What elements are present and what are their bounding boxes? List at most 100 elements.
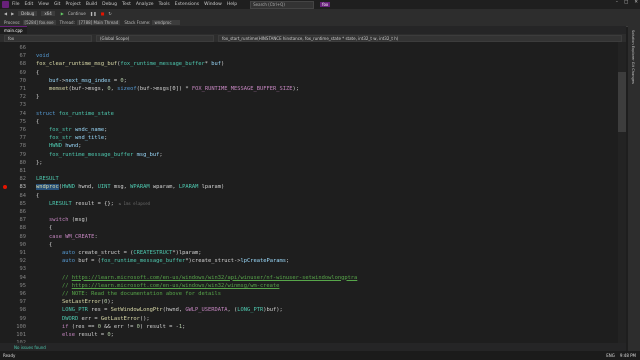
- continue-icon[interactable]: ▶: [61, 11, 64, 16]
- code-line[interactable]: 78 HWND hwnd;: [0, 142, 626, 150]
- code-line[interactable]: 82 LRESULT: [0, 175, 626, 183]
- line-number: 70: [19, 77, 27, 84]
- back-icon[interactable]: ◀: [4, 11, 7, 16]
- code-line[interactable]: 101 else result = 0;: [0, 331, 626, 339]
- code-line[interactable]: 86: [0, 208, 626, 216]
- right-side-panel[interactable]: Solution Explorer Git Changes: [628, 26, 640, 351]
- code-line[interactable]: 77 fox_str wnd_title;: [0, 134, 626, 142]
- code-line[interactable]: 83 wndproc(HWND hwnd, UINT msg, WPARAM wp…: [0, 183, 626, 191]
- scope-dropdown[interactable]: (Global Scope): [96, 34, 214, 42]
- restart-icon[interactable]: ↻: [108, 11, 111, 16]
- code-token: GWLP_USERDATA: [185, 307, 228, 314]
- code-line[interactable]: 76 fox_str wndc_name;: [0, 126, 626, 134]
- stop-icon[interactable]: ■: [101, 11, 105, 16]
- code-token: ;: [285, 258, 290, 265]
- pause-icon[interactable]: ❚❚: [90, 11, 97, 16]
- code-line[interactable]: 74 struct fox_runtime_state: [0, 110, 626, 118]
- minimize-icon[interactable]: –: [616, 0, 618, 5]
- code-line[interactable]: 84 {: [0, 192, 626, 200]
- code-line[interactable]: 67 void: [0, 52, 626, 60]
- code-line[interactable]: 96 // NOTE: Read the documentation above…: [0, 290, 626, 298]
- code-line[interactable]: 81: [0, 167, 626, 175]
- menu-analyze[interactable]: Analyze: [136, 2, 154, 7]
- side-panel-tabs[interactable]: Solution Explorer Git Changes: [631, 30, 635, 84]
- code-line[interactable]: 94 // https://learn.microsoft.com/en-us/…: [0, 274, 626, 282]
- close-icon[interactable]: ✕: [634, 0, 638, 5]
- continue-button[interactable]: Continue: [68, 11, 86, 16]
- code-line[interactable]: 92 auto buf = (fox_runtime_message_buffe…: [0, 257, 626, 265]
- project-dropdown[interactable]: fox: [4, 34, 92, 42]
- menu-file[interactable]: File: [12, 2, 20, 7]
- menu-build[interactable]: Build: [86, 2, 97, 7]
- line-number: 83: [19, 184, 27, 191]
- config-select[interactable]: Debug: [18, 11, 38, 16]
- code-token: fox_clear_runtime_msg_buf: [36, 61, 118, 68]
- code-token: ;: [182, 323, 186, 330]
- code-line[interactable]: 98 LONG_PTR res = SetWindowLongPtr(hwnd,…: [0, 306, 626, 314]
- code-line[interactable]: 91 auto create_struct = (CREATESTRUCT*)l…: [0, 249, 626, 257]
- code-line[interactable]: 68 fox_clear_runtime_msg_buf(fox_runtime_…: [0, 60, 626, 68]
- code-token: https://learn.microsoft.com/en-us/window…: [71, 282, 280, 289]
- code-line[interactable]: 80};: [0, 159, 626, 167]
- member-dropdown[interactable]: fox_start_runtime(HINSTANCE hinstance, f…: [218, 34, 622, 42]
- code-line[interactable]: 87 switch (msg): [0, 216, 626, 224]
- code-line[interactable]: 93: [0, 265, 626, 273]
- scrollbar-minimap[interactable]: [618, 42, 626, 351]
- code-line[interactable]: 72}: [0, 93, 626, 101]
- code-line[interactable]: 85 LRESULT result = {}; ≤ 1ms elapsed: [0, 200, 626, 208]
- line-number: 78: [19, 143, 27, 150]
- line-number: 90: [19, 241, 27, 248]
- code-line[interactable]: 79 fox_runtime_message_buffer msg_buf;: [0, 151, 626, 159]
- code-token: https://learn.microsoft.com/en-us/window…: [71, 274, 358, 281]
- code-token: :: [94, 233, 98, 240]
- process-select[interactable]: [5284] fox.exe: [22, 19, 56, 25]
- stack-frame-select[interactable]: wndproc: [152, 19, 181, 25]
- issues-status[interactable]: No issues found: [14, 345, 46, 350]
- menu-tools[interactable]: Tools: [159, 2, 170, 7]
- code-text: if (res == 0 && err != 0) result = -1;: [36, 323, 185, 331]
- menu-help[interactable]: Help: [227, 2, 237, 7]
- code-line[interactable]: 75 {: [0, 118, 626, 126]
- code-token: *)create_struct->: [185, 258, 241, 265]
- code-line[interactable]: 66: [0, 44, 626, 52]
- breakpoint-icon[interactable]: [3, 185, 7, 190]
- forward-icon[interactable]: ▶: [11, 11, 14, 16]
- menu-test[interactable]: Test: [122, 2, 131, 7]
- search-input[interactable]: Search (Ctrl+Q): [250, 0, 315, 9]
- code-text: // https://learn.microsoft.com/en-us/win…: [36, 282, 279, 290]
- scrollbar-thumb[interactable]: [618, 72, 626, 132]
- maximize-icon[interactable]: □: [624, 0, 628, 5]
- code-line[interactable]: 99 DWORD err = GetLastError();: [0, 315, 626, 323]
- code-line[interactable]: 69 {: [0, 69, 626, 77]
- code-editor[interactable]: 66 67 void 68 fox_clear_runtime_msg_buf(fox_…: [0, 42, 626, 351]
- menu-debug[interactable]: Debug: [102, 2, 117, 7]
- code-line[interactable]: 73: [0, 101, 626, 109]
- language-indicator[interactable]: ENG: [606, 353, 615, 358]
- code-line[interactable]: 70 buf->next_msg_index = 0;: [0, 77, 626, 85]
- code-line[interactable]: 95 // https://learn.microsoft.com/en-us/…: [0, 282, 626, 290]
- menu-extensions[interactable]: Extensions: [175, 2, 199, 7]
- line-number: 67: [19, 53, 27, 60]
- code-line[interactable]: 71 memset(buf->msgs, 0, sizeof(buf->msgs…: [0, 85, 626, 93]
- code-line[interactable]: 88 {: [0, 224, 626, 232]
- platform-select[interactable]: x64: [41, 11, 55, 16]
- code-token: case: [48, 233, 62, 240]
- code-line[interactable]: 90 {: [0, 241, 626, 249]
- code-line[interactable]: 100 if (res == 0 && err != 0) result = -…: [0, 323, 626, 331]
- code-line[interactable]: 89 case WM_CREATE:: [0, 233, 626, 241]
- menu-edit[interactable]: Edit: [25, 2, 34, 7]
- menu-view[interactable]: View: [38, 2, 49, 7]
- menu-project[interactable]: Project: [65, 2, 80, 7]
- document-tabs: main.cpp: [0, 26, 626, 34]
- menu-window[interactable]: Window: [204, 2, 222, 7]
- line-number: 101: [16, 332, 26, 338]
- code-token: LONG_PTR: [237, 307, 264, 314]
- code-line[interactable]: 97 SetLastError(0);: [0, 298, 626, 306]
- menu-git[interactable]: Git: [54, 2, 61, 7]
- code-token: create_struct = (: [74, 250, 134, 256]
- process-label: Process:: [4, 19, 21, 25]
- tab-main-cpp[interactable]: main.cpp: [0, 26, 27, 34]
- thread-select[interactable]: [7788] Main Thread: [76, 19, 121, 25]
